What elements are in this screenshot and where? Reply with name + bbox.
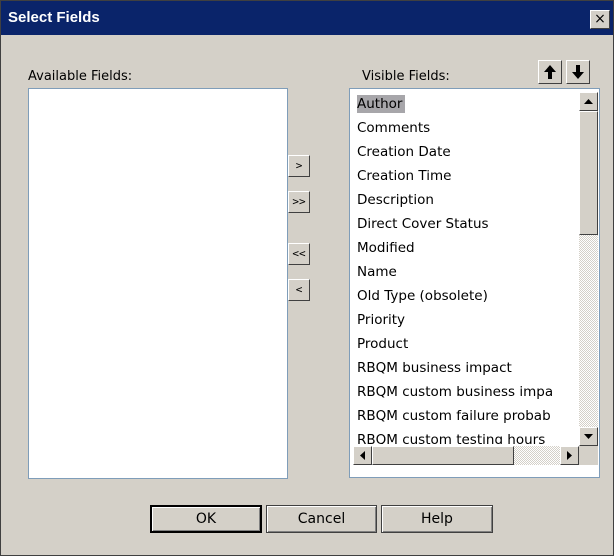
list-item[interactable]: Old Type (obsolete) xyxy=(354,284,578,308)
ok-button[interactable]: OK xyxy=(150,505,262,533)
list-item-label: Name xyxy=(357,264,397,280)
scroll-right-button[interactable] xyxy=(560,446,579,465)
list-item-label: Author xyxy=(357,95,406,113)
list-item-label: Product xyxy=(357,336,409,352)
move-up-button[interactable] xyxy=(538,60,562,84)
list-item[interactable]: RBQM custom failure probab xyxy=(354,404,578,428)
move-down-button[interactable] xyxy=(566,60,590,84)
list-item-label: Comments xyxy=(357,120,431,136)
list-item[interactable]: RBQM custom testing hours xyxy=(354,428,578,444)
list-item[interactable]: Product xyxy=(354,332,578,356)
scroll-left-button[interactable] xyxy=(353,446,372,465)
list-item-label: RBQM business impact xyxy=(357,360,512,376)
scroll-up-button[interactable] xyxy=(579,92,598,111)
list-item-label: RBQM custom business impa xyxy=(357,384,554,400)
list-item[interactable]: Creation Date xyxy=(354,140,578,164)
list-item[interactable]: RBQM custom business impa xyxy=(354,380,578,404)
list-item-label: RBQM custom failure probab xyxy=(357,408,551,424)
vertical-scroll-thumb[interactable] xyxy=(579,111,598,235)
visible-fields-list[interactable]: Author Comments Creation Date Creation Time… xyxy=(349,88,600,478)
list-item[interactable]: Name xyxy=(354,260,578,284)
remove-all-fields-button[interactable]: << xyxy=(288,243,310,265)
list-item-label: Creation Date xyxy=(357,144,451,160)
list-item[interactable]: Priority xyxy=(354,308,578,332)
available-fields-label: Available Fields: xyxy=(28,69,133,84)
triangle-left-icon xyxy=(360,451,365,460)
scrollbar-corner xyxy=(579,446,598,465)
visible-fields-label: Visible Fields: xyxy=(362,69,450,84)
close-icon: × xyxy=(594,11,606,27)
horizontal-scrollbar[interactable] xyxy=(353,446,579,465)
list-item-label: RBQM custom testing hours xyxy=(357,432,546,444)
list-item-label: Modified xyxy=(357,240,415,256)
list-item-label: Creation Time xyxy=(357,168,452,184)
arrow-up-icon xyxy=(544,65,556,79)
list-item[interactable]: Direct Cover Status xyxy=(354,212,578,236)
list-item[interactable]: Creation Time xyxy=(354,164,578,188)
available-fields-list[interactable] xyxy=(28,88,288,479)
dialog-title: Select Fields xyxy=(8,9,100,26)
scroll-down-button[interactable] xyxy=(579,427,598,446)
horizontal-scroll-thumb[interactable] xyxy=(372,446,514,465)
help-button[interactable]: Help xyxy=(381,505,493,533)
add-all-fields-button[interactable]: >> xyxy=(288,191,310,213)
list-item-label: Priority xyxy=(357,312,406,328)
list-item-label: Description xyxy=(357,192,434,208)
cancel-button[interactable]: Cancel xyxy=(266,505,377,533)
add-field-button[interactable]: > xyxy=(288,155,310,177)
list-item[interactable]: Comments xyxy=(354,116,578,140)
visible-fields-items: Author Comments Creation Date Creation Time… xyxy=(354,92,578,444)
list-item[interactable]: RBQM business impact xyxy=(354,356,578,380)
list-item-label: Old Type (obsolete) xyxy=(357,288,488,304)
list-item[interactable]: Modified xyxy=(354,236,578,260)
list-item-label: Direct Cover Status xyxy=(357,216,489,232)
triangle-right-icon xyxy=(567,451,572,460)
select-fields-dialog: Select Fields × Available Fields: Visibl… xyxy=(0,0,614,556)
list-item[interactable]: Description xyxy=(354,188,578,212)
list-item[interactable]: Author xyxy=(354,92,578,116)
close-button[interactable]: × xyxy=(590,10,610,29)
arrow-down-icon xyxy=(572,65,584,79)
triangle-up-icon xyxy=(584,99,593,104)
title-bar[interactable]: Select Fields × xyxy=(1,1,613,35)
remove-field-button[interactable]: < xyxy=(288,279,310,301)
triangle-down-icon xyxy=(584,434,593,439)
vertical-scrollbar[interactable] xyxy=(579,92,598,446)
